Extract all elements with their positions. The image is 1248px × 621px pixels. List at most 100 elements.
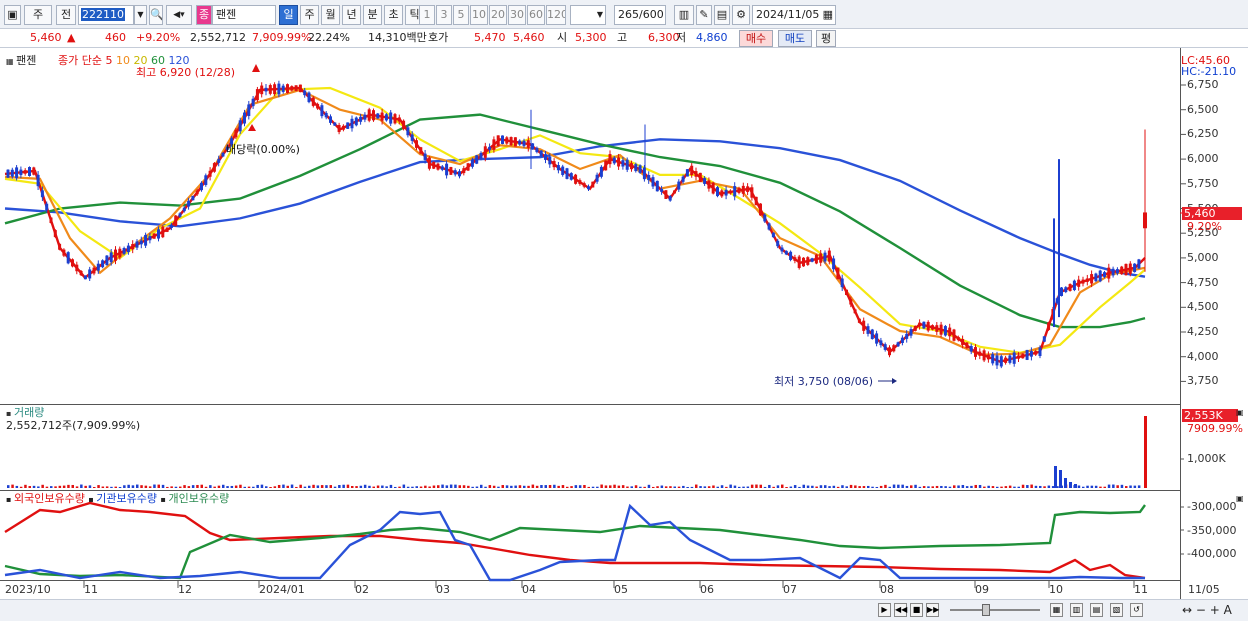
candle-body (255, 89, 259, 101)
candle-body (651, 177, 655, 187)
candle-body (350, 118, 354, 129)
grid-icon[interactable]: ▤ (1090, 603, 1103, 617)
holding-ytick: -400,000 (1187, 547, 1237, 560)
price-ytick: 4,750 (1187, 275, 1219, 289)
candle-body (333, 122, 337, 126)
x-tick-label: 02 (355, 583, 369, 596)
volume-bar (234, 485, 238, 488)
zoom-slider-handle[interactable] (982, 604, 990, 616)
volume-bar (166, 486, 169, 488)
volume-bar (1077, 485, 1081, 488)
volume-bar (703, 486, 707, 488)
volume-bar (67, 484, 70, 488)
candle-body (397, 117, 401, 122)
candle-body (161, 226, 165, 238)
candle-body (587, 186, 590, 190)
volume-bar (338, 485, 341, 488)
volume-bar (600, 484, 603, 488)
volume-bar (867, 485, 870, 488)
volume-bar (944, 486, 947, 488)
candle-body (505, 137, 509, 144)
candle-body (496, 135, 500, 147)
volume-bar (1054, 466, 1057, 488)
dividend-annotation: 배당락(0.00%) (226, 143, 300, 156)
foreign-label: 외국인보유수량 (13, 492, 85, 505)
volume-bar (987, 485, 990, 488)
candle-body (974, 347, 977, 357)
volume-bar (1137, 485, 1141, 488)
volume-bar (1086, 485, 1089, 488)
candle-body (591, 181, 595, 188)
zoom-controls[interactable]: ↔ − + A (1182, 604, 1232, 617)
volume-bar (1039, 485, 1042, 488)
volume-bar (1013, 486, 1016, 488)
rewind-icon[interactable]: ◀◀ (894, 603, 907, 617)
candle-body (548, 156, 552, 165)
candle-body (440, 166, 444, 170)
x-tick-label: 10 (1049, 583, 1063, 596)
volume-bar (523, 485, 526, 488)
stop-icon[interactable]: ■ (910, 603, 923, 617)
candle-body (458, 171, 461, 177)
candle-body (359, 116, 363, 122)
table-icon[interactable]: ▧ (1110, 603, 1123, 617)
layout-icon[interactable]: ▥ (1070, 603, 1083, 617)
candle-body (810, 258, 814, 262)
candle-body (793, 257, 797, 261)
candle-body (531, 143, 535, 150)
volume-bar (927, 486, 930, 488)
price-ytick: 6,000 (1187, 152, 1219, 166)
maximize-icon[interactable]: ▣ (1236, 406, 1244, 419)
volume-bar (634, 485, 638, 488)
candle-body (436, 163, 440, 170)
volume-bar (716, 486, 719, 488)
price-ytick: 6,250 (1187, 127, 1219, 141)
candle-body (96, 263, 100, 271)
candle-body (986, 354, 990, 360)
zoom-slider[interactable] (950, 609, 1040, 611)
volume-bar (854, 485, 857, 488)
candle-body (1047, 322, 1051, 330)
candle-body (234, 129, 238, 138)
candle-body (432, 161, 436, 169)
volume-bar (918, 486, 922, 488)
candle-body (182, 207, 186, 212)
reset-icon[interactable]: ↺ (1130, 603, 1143, 617)
candle-body (268, 85, 272, 94)
candle-body (329, 116, 332, 123)
candle-body (316, 103, 320, 109)
volume-bar (1129, 485, 1132, 488)
volume-bar (931, 486, 934, 488)
volume-bar (93, 486, 96, 488)
candle-body (621, 160, 625, 167)
volume-bar (75, 486, 79, 488)
scroll-right-icon[interactable]: ▶ (878, 603, 891, 617)
volume-bar (647, 484, 651, 488)
forward-icon[interactable]: ▶▶ (926, 603, 939, 617)
candle-body (1120, 266, 1124, 275)
fit-icon[interactable]: ▦ (1050, 603, 1063, 617)
candle-body (212, 163, 216, 172)
volume-bar (458, 485, 461, 488)
volume-bar (643, 486, 646, 488)
volume-bar (527, 485, 530, 488)
volume-bar (793, 485, 797, 488)
candle-body (148, 236, 152, 241)
candle-body (204, 175, 208, 185)
candle-body (965, 342, 969, 349)
volume-current-pct: 7909.99% (1187, 422, 1243, 435)
candle-body (354, 117, 358, 126)
candle-body (165, 227, 169, 232)
candle-body (647, 175, 651, 181)
candle-body (900, 337, 904, 344)
volume-bar (811, 485, 814, 488)
chart-canvas[interactable] (0, 0, 1248, 621)
candle-body (1060, 287, 1063, 296)
volume-bar (1004, 486, 1008, 488)
volume-bar (148, 486, 152, 488)
candle-body (840, 278, 844, 288)
candle-body (845, 289, 848, 295)
candle-body (144, 234, 148, 246)
candle-body (126, 245, 130, 253)
maximize-icon[interactable]: ▣ (1236, 492, 1244, 505)
